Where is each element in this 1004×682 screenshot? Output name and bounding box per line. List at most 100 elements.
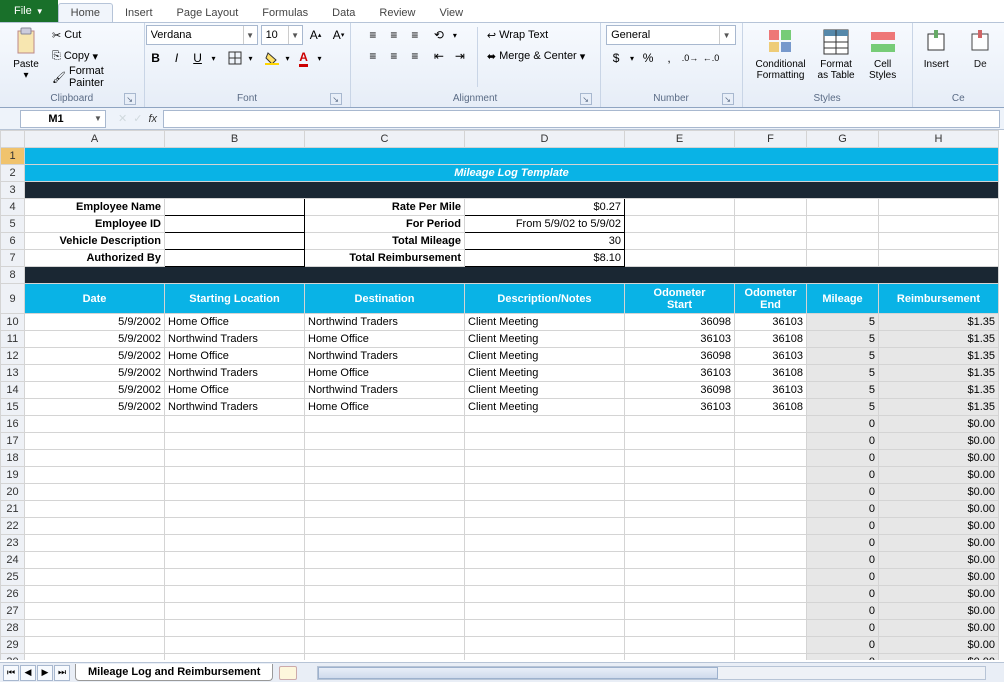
cell[interactable]: [625, 654, 735, 661]
cell[interactable]: 0: [807, 535, 879, 552]
row-header[interactable]: 3: [1, 182, 25, 199]
clipboard-launcher[interactable]: ↘: [124, 93, 136, 105]
cell[interactable]: [25, 182, 999, 199]
cell[interactable]: [305, 467, 465, 484]
cell[interactable]: 36103: [625, 399, 735, 416]
cell[interactable]: [735, 484, 807, 501]
cell[interactable]: 36103: [625, 331, 735, 348]
row-header[interactable]: 4: [1, 199, 25, 216]
cell[interactable]: [465, 603, 625, 620]
cell[interactable]: $0.00: [879, 603, 999, 620]
cell[interactable]: [165, 501, 305, 518]
tab-formulas[interactable]: Formulas: [250, 4, 320, 22]
cell[interactable]: 5: [807, 314, 879, 331]
tab-data[interactable]: Data: [320, 4, 367, 22]
conditional-formatting-button[interactable]: Conditional Formatting: [752, 25, 810, 83]
cell[interactable]: $0.00: [879, 467, 999, 484]
cell[interactable]: Client Meeting: [465, 399, 625, 416]
cell[interactable]: [625, 620, 735, 637]
cell[interactable]: 0: [807, 416, 879, 433]
number-format-combo[interactable]: ▼: [606, 25, 736, 45]
cell[interactable]: Client Meeting: [465, 348, 625, 365]
cell[interactable]: [165, 433, 305, 450]
name-box-input[interactable]: [21, 113, 91, 125]
row-header[interactable]: 29: [1, 637, 25, 654]
input-cell[interactable]: [165, 199, 305, 216]
cell[interactable]: $0.00: [879, 654, 999, 661]
decrease-decimal-button[interactable]: ←.0: [701, 48, 721, 68]
cell[interactable]: [305, 620, 465, 637]
cell[interactable]: [625, 433, 735, 450]
cell[interactable]: [305, 603, 465, 620]
cell[interactable]: [625, 518, 735, 535]
row-header[interactable]: 24: [1, 552, 25, 569]
cell[interactable]: [625, 484, 735, 501]
border-button[interactable]: [225, 48, 245, 68]
cell[interactable]: [25, 433, 165, 450]
cell[interactable]: [735, 637, 807, 654]
row-header[interactable]: 25: [1, 569, 25, 586]
new-sheet-button[interactable]: [279, 666, 297, 680]
cell[interactable]: Home Office: [305, 331, 465, 348]
cell[interactable]: 0: [807, 518, 879, 535]
cell[interactable]: [625, 250, 735, 267]
label-cell[interactable]: Employee ID: [25, 216, 165, 233]
cell[interactable]: Northwind Traders: [165, 331, 305, 348]
col-header[interactable]: C: [305, 131, 465, 148]
cell[interactable]: [465, 620, 625, 637]
cell[interactable]: Northwind Traders: [305, 348, 465, 365]
cell[interactable]: 36108: [735, 399, 807, 416]
percent-button[interactable]: %: [638, 48, 658, 68]
tab-insert[interactable]: Insert: [113, 4, 165, 22]
value-cell[interactable]: 30: [465, 233, 625, 250]
cell[interactable]: 5/9/2002: [25, 365, 165, 382]
cell[interactable]: [465, 467, 625, 484]
bold-button[interactable]: B: [146, 48, 166, 68]
cell[interactable]: 36108: [735, 331, 807, 348]
cell[interactable]: [305, 552, 465, 569]
row-header[interactable]: 9: [1, 284, 25, 314]
cell[interactable]: [735, 552, 807, 569]
cell[interactable]: [305, 433, 465, 450]
worksheet-grid[interactable]: ABCDEFGH12Mileage Log Template34Employee…: [0, 130, 1004, 660]
cell[interactable]: 0: [807, 433, 879, 450]
cell[interactable]: [165, 416, 305, 433]
cell[interactable]: 5/9/2002: [25, 382, 165, 399]
row-header[interactable]: 27: [1, 603, 25, 620]
cell[interactable]: 0: [807, 552, 879, 569]
row-header[interactable]: 2: [1, 165, 25, 182]
currency-menu[interactable]: ▾: [627, 48, 637, 68]
delete-cells-button[interactable]: De: [960, 25, 1000, 72]
cell[interactable]: 0: [807, 654, 879, 661]
format-as-table-button[interactable]: Format as Table: [814, 25, 859, 83]
row-header[interactable]: 19: [1, 467, 25, 484]
column-header-cell[interactable]: Description/Notes: [465, 284, 625, 314]
currency-button[interactable]: $: [606, 48, 626, 68]
cell[interactable]: $0.00: [879, 569, 999, 586]
input-cell[interactable]: [165, 233, 305, 250]
cell[interactable]: $1.35: [879, 348, 999, 365]
cell[interactable]: [465, 416, 625, 433]
label-cell[interactable]: Total Mileage: [305, 233, 465, 250]
tab-view[interactable]: View: [427, 4, 475, 22]
cell[interactable]: [735, 233, 807, 250]
cell[interactable]: [625, 535, 735, 552]
cell[interactable]: [735, 586, 807, 603]
align-middle-button[interactable]: ≡: [384, 25, 404, 45]
cell[interactable]: [305, 535, 465, 552]
row-header[interactable]: 7: [1, 250, 25, 267]
row-header[interactable]: 14: [1, 382, 25, 399]
col-header[interactable]: D: [465, 131, 625, 148]
cell[interactable]: [25, 518, 165, 535]
cell[interactable]: [305, 654, 465, 661]
tab-page-layout[interactable]: Page Layout: [165, 4, 251, 22]
cell[interactable]: [625, 233, 735, 250]
cell[interactable]: [25, 586, 165, 603]
value-cell[interactable]: From 5/9/02 to 5/9/02: [465, 216, 625, 233]
cell[interactable]: [25, 535, 165, 552]
cell[interactable]: [465, 433, 625, 450]
cell[interactable]: [465, 637, 625, 654]
row-header[interactable]: 28: [1, 620, 25, 637]
cell[interactable]: [625, 467, 735, 484]
insert-cells-button[interactable]: Insert: [916, 25, 956, 72]
